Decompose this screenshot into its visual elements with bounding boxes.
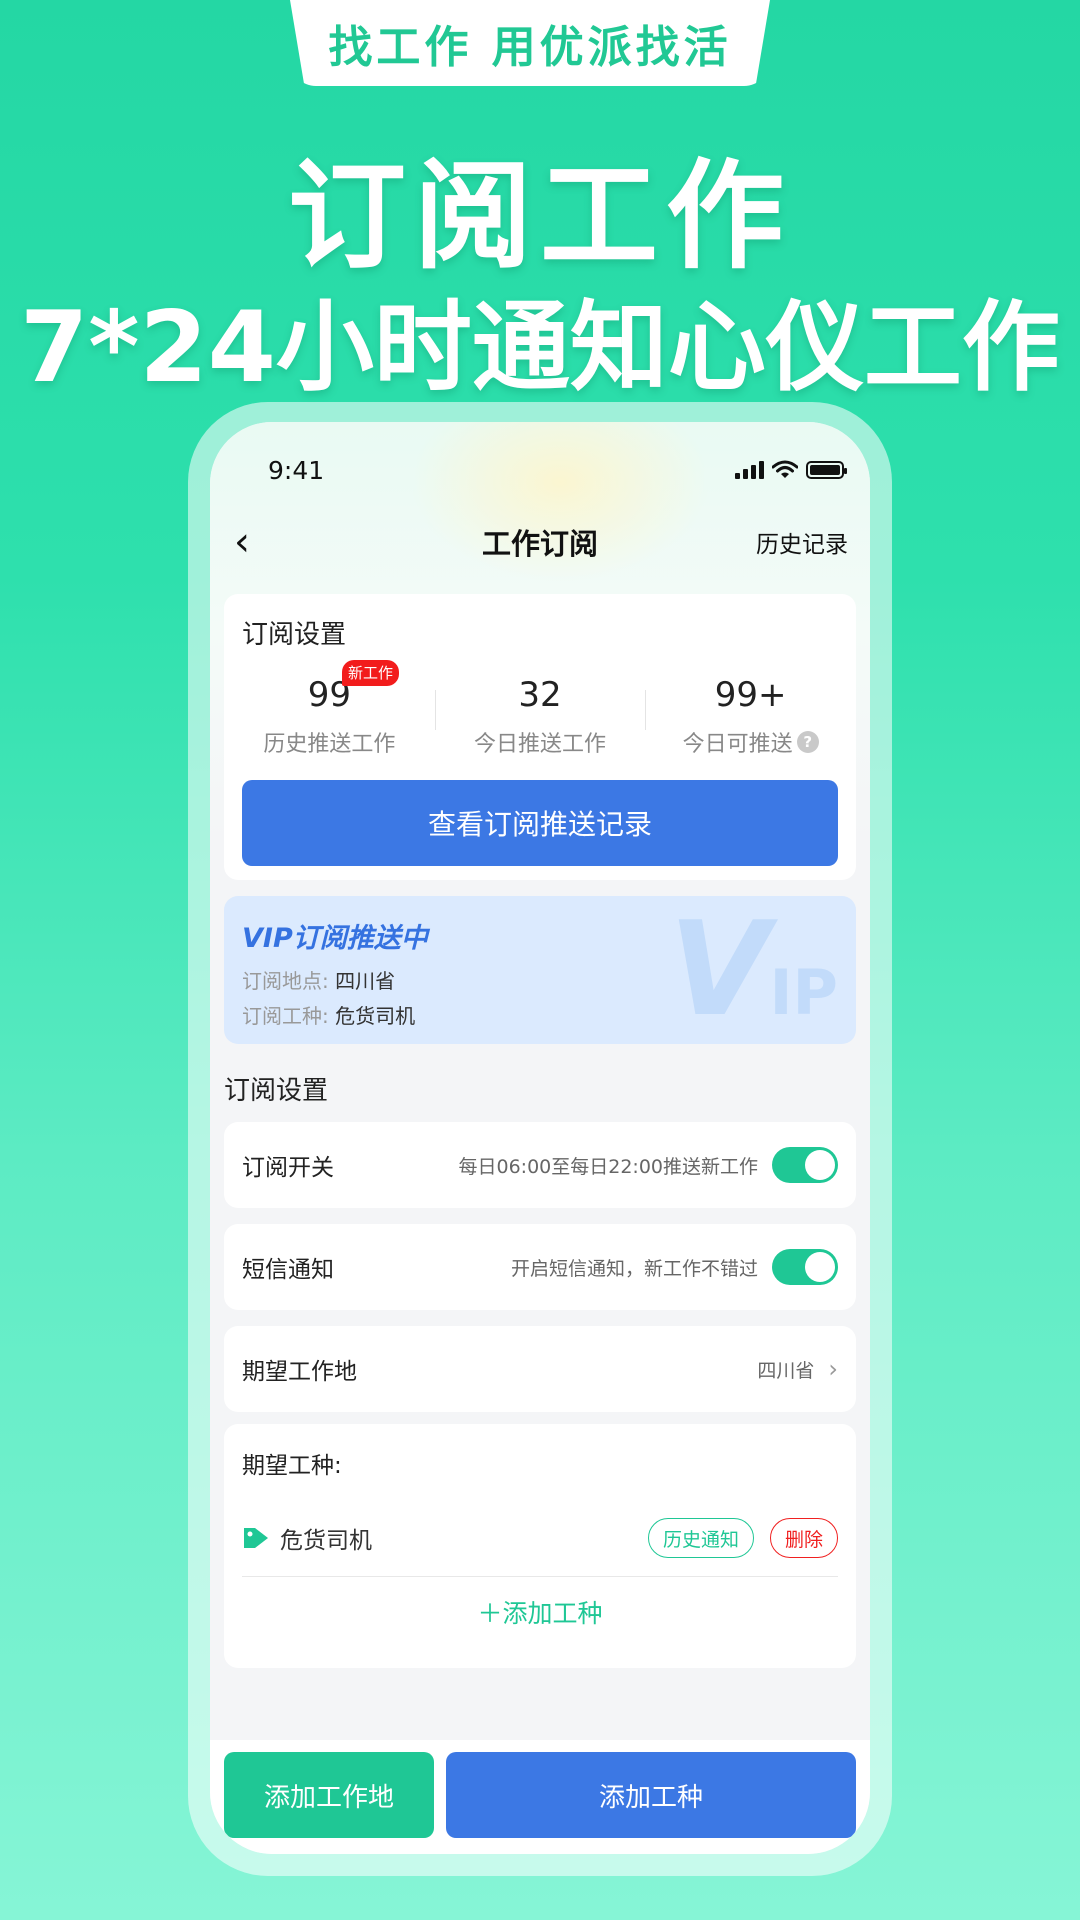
divider — [242, 1576, 838, 1577]
stat-history-pushed: 99 新工作 历史推送工作 — [224, 660, 435, 770]
stat-label: 今日推送工作 — [474, 732, 607, 757]
add-location-button[interactable]: 添加工作地 — [224, 1752, 434, 1838]
settings-heading: 订阅设置 — [224, 1076, 329, 1106]
wifi-icon — [772, 460, 798, 478]
location-value: 四川省 — [757, 1359, 815, 1382]
new-job-badge: 新工作 — [342, 660, 400, 686]
list-item: 危货司机 历史通知 删除 — [242, 1508, 838, 1568]
row-desc: 每日06:00至每日22:00推送新工作 — [458, 1155, 758, 1178]
signal-icon — [735, 461, 764, 479]
stats-row: 99 新工作 历史推送工作 32 今日推送工作 99+ 今日可推送 ? — [224, 660, 856, 770]
sms-switch-row: 短信通知 开启短信通知，新工作不错过 — [224, 1224, 856, 1310]
stats-card: 订阅设置 99 新工作 历史推送工作 32 今日推送工作 99+ 今日可推送 ?… — [224, 594, 856, 880]
bottom-action-bar: 添加工作地 添加工种 — [210, 1740, 870, 1854]
stat-today-pushed: 32 今日推送工作 — [434, 670, 646, 770]
stat-label: 历史推送工作 — [263, 732, 396, 757]
stat-value: 99 — [307, 675, 351, 715]
nav-bar: ‹ 工作订阅 历史记录 — [210, 512, 870, 572]
view-push-records-button[interactable]: 查看订阅推送记录 — [242, 780, 838, 866]
vip-card: VIP VIP订阅推送中 订阅地点: 四川省 订阅工种: 危货司机 — [224, 896, 856, 1044]
status-bar: 9:41 — [210, 450, 870, 490]
stat-value: 32 — [518, 675, 562, 715]
add-job-type-link[interactable]: ＋添加工种 — [224, 1594, 856, 1630]
stat-label: 今日可推送 ? — [645, 726, 856, 758]
sms-toggle[interactable] — [772, 1249, 838, 1285]
back-arrow-icon[interactable]: ‹ — [234, 519, 294, 565]
promo-subheadline: 7*24小时通知心仪工作 — [20, 291, 1060, 405]
promo-headline: 订阅工作 — [287, 147, 792, 285]
history-notify-button[interactable]: 历史通知 — [647, 1518, 754, 1558]
phone-screen: 9:41 ‹ 工作订阅 历史记录 订阅设置 99 新工作 历史推送工作 32 今… — [210, 422, 870, 1854]
vip-watermark-icon: VIP — [668, 896, 838, 1044]
add-job-button[interactable]: 添加工种 — [446, 1752, 856, 1838]
status-time: 9:41 — [268, 455, 325, 485]
subscribe-switch-row: 订阅开关 每日06:00至每日22:00推送新工作 — [224, 1122, 856, 1208]
delete-button[interactable]: 删除 — [769, 1518, 838, 1558]
help-icon[interactable]: ? — [796, 731, 819, 753]
battery-icon — [806, 461, 847, 479]
status-icons — [735, 460, 847, 480]
history-link[interactable]: 历史记录 — [756, 525, 848, 559]
stats-card-title: 订阅设置 — [242, 620, 347, 650]
job-name: 危货司机 — [280, 1528, 372, 1554]
row-desc: 开启短信通知，新工作不错过 — [510, 1257, 758, 1280]
stat-today-available: 99+ 今日可推送 ? — [645, 670, 856, 770]
row-label: 期望工作地 — [242, 1359, 357, 1385]
jobs-title: 期望工种: — [242, 1453, 342, 1479]
subscribe-toggle[interactable] — [772, 1147, 838, 1183]
jobs-card: 期望工种: 危货司机 历史通知 删除 ＋添加工种 — [224, 1424, 856, 1668]
chevron-right-icon: › — [828, 1355, 838, 1383]
location-row[interactable]: 期望工作地 四川省 › — [224, 1326, 856, 1412]
stat-value: 99+ — [714, 675, 787, 715]
promo-tab: 找工作 用优派找活 — [290, 0, 770, 86]
tag-icon — [244, 1528, 268, 1548]
row-label: 短信通知 — [242, 1257, 334, 1283]
row-label: 订阅开关 — [242, 1155, 334, 1181]
